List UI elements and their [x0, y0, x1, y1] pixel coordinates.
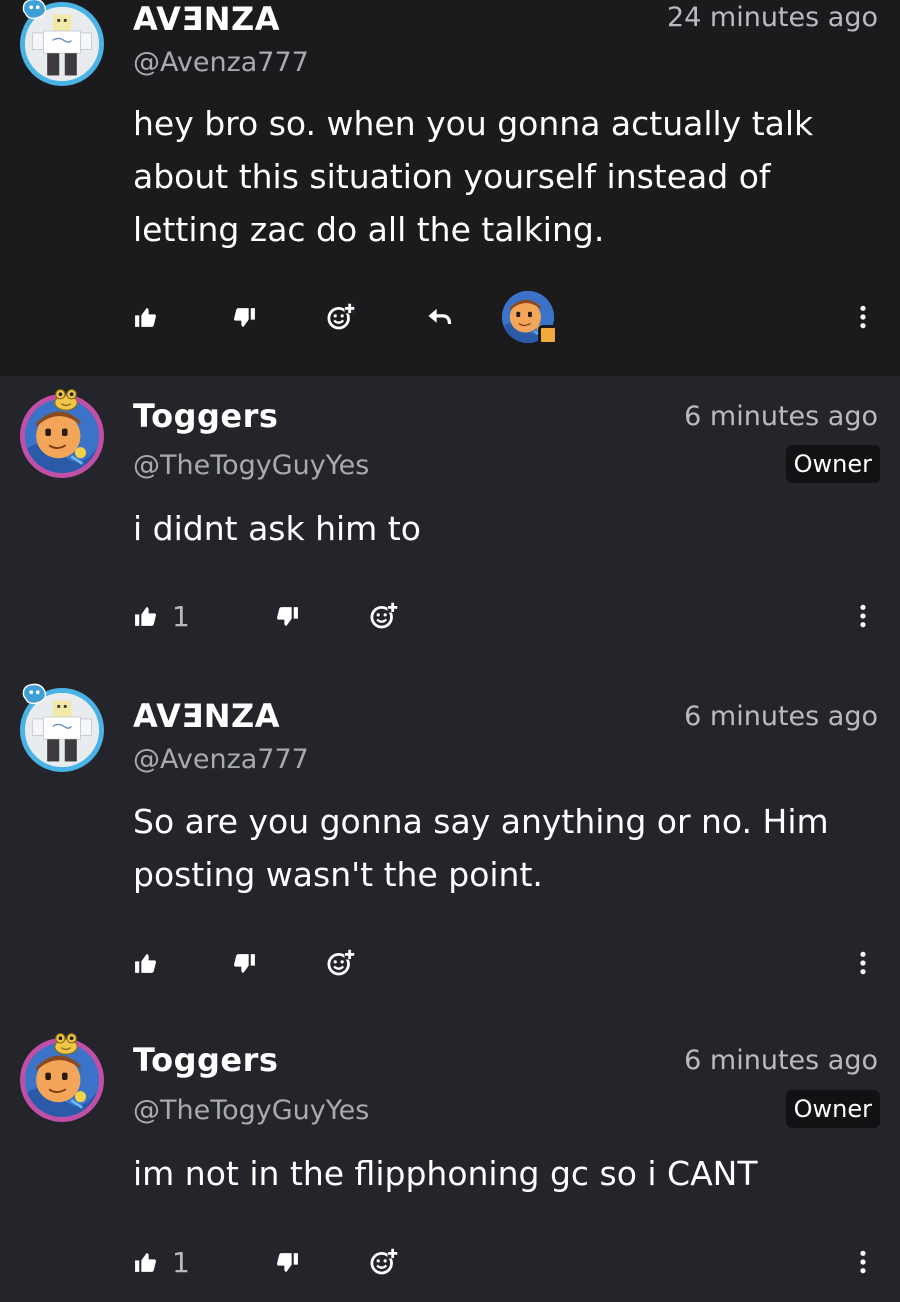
- thumbs-up-icon: [133, 604, 158, 629]
- thumbs-up-icon: [133, 305, 158, 330]
- add-reaction-icon: [369, 601, 399, 631]
- thumbs-down-icon: [232, 951, 257, 976]
- reply-avatar[interactable]: [502, 291, 558, 345]
- thumbs-up-icon: [133, 1250, 158, 1275]
- timestamp: 6 minutes ago: [684, 1045, 878, 1076]
- add-reaction-button[interactable]: [369, 591, 399, 641]
- author-name[interactable]: AVƎNZA: [133, 697, 280, 735]
- timestamp: 6 minutes ago: [684, 401, 878, 432]
- comment-text: So are you gonna say anything or no. Him…: [133, 802, 829, 894]
- add-reaction-icon: [369, 1247, 399, 1277]
- like-button[interactable]: [133, 938, 158, 988]
- author-handle[interactable]: @TheTogyGuyYes: [133, 1095, 369, 1126]
- comment-3: AVƎNZA @Avenza777 6 minutes ago So are y…: [0, 676, 900, 1016]
- avatar-accessory-icon: [20, 0, 48, 24]
- timestamp: 6 minutes ago: [684, 701, 878, 732]
- comment-4: Toggers @TheTogyGuyYes 6 minutes ago Own…: [0, 1016, 900, 1302]
- author-name[interactable]: Toggers: [133, 397, 278, 435]
- more-vertical-icon: [858, 1249, 868, 1275]
- add-reaction-icon: [326, 302, 356, 332]
- thumbs-down-icon: [275, 604, 300, 629]
- comment-actions: [0, 291, 900, 345]
- timestamp: 24 minutes ago: [666, 2, 878, 33]
- thumbs-down-icon: [275, 1250, 300, 1275]
- comment-text: im not in the flipphoning gc so i CANT: [133, 1154, 758, 1193]
- comment-actions: 1: [0, 1237, 900, 1287]
- comment-2: Toggers @TheTogyGuyYes 6 minutes ago Own…: [0, 376, 900, 676]
- dislike-button[interactable]: [232, 292, 257, 342]
- reply-button[interactable]: [425, 292, 453, 342]
- status-indicator: [538, 325, 558, 345]
- more-vertical-icon: [858, 304, 868, 330]
- author-handle[interactable]: @Avenza777: [133, 744, 309, 775]
- more-options-button[interactable]: [858, 292, 868, 342]
- more-vertical-icon: [858, 950, 868, 976]
- comment-text: i didnt ask him to: [133, 509, 421, 548]
- add-reaction-button[interactable]: [326, 292, 356, 342]
- avatar-accessory-icon: [52, 384, 80, 412]
- dislike-button[interactable]: [232, 938, 257, 988]
- like-button[interactable]: [133, 292, 158, 342]
- author-name[interactable]: AVƎNZA: [133, 0, 280, 38]
- add-reaction-button[interactable]: [326, 938, 356, 988]
- comment-text: hey bro so. when you gonna actually talk…: [133, 104, 814, 249]
- thumbs-down-icon: [232, 305, 257, 330]
- add-reaction-button[interactable]: [369, 1237, 399, 1287]
- dislike-button[interactable]: [275, 1237, 300, 1287]
- comment-actions: [0, 938, 900, 988]
- author-handle[interactable]: @Avenza777: [133, 47, 309, 78]
- owner-badge: Owner: [785, 1090, 880, 1128]
- thumbs-up-icon: [133, 951, 158, 976]
- avatar-accessory-icon: [20, 681, 48, 709]
- comment-1: AVƎNZA @Avenza777 24 minutes ago hey bro…: [0, 0, 900, 376]
- avatar-accessory-icon: [52, 1028, 80, 1056]
- like-button[interactable]: 1: [133, 591, 190, 641]
- more-vertical-icon: [858, 603, 868, 629]
- author-name[interactable]: Toggers: [133, 1041, 278, 1079]
- more-options-button[interactable]: [858, 1237, 868, 1287]
- author-handle[interactable]: @TheTogyGuyYes: [133, 450, 369, 481]
- reply-arrow-icon: [425, 303, 453, 331]
- add-reaction-icon: [326, 948, 356, 978]
- like-count: 1: [172, 1245, 190, 1279]
- dislike-button[interactable]: [275, 591, 300, 641]
- owner-badge: Owner: [785, 445, 880, 483]
- like-count: 1: [172, 599, 190, 633]
- like-button[interactable]: 1: [133, 1237, 190, 1287]
- comment-actions: 1: [0, 591, 900, 641]
- more-options-button[interactable]: [858, 938, 868, 988]
- more-options-button[interactable]: [858, 591, 868, 641]
